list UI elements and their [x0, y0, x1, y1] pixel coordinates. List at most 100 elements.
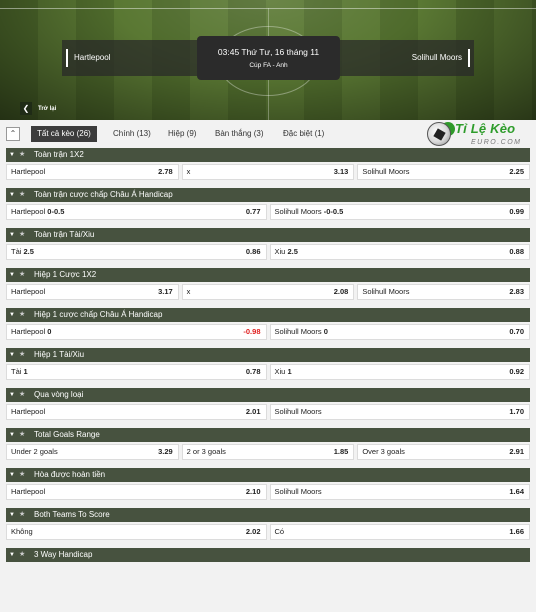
star-icon[interactable]: ★: [19, 388, 25, 402]
odds-cell[interactable]: Hartlepool 3.17: [6, 284, 179, 300]
chevron-down-icon[interactable]: ▼: [9, 268, 15, 282]
match-time: 03:45 Thứ Tư, 16 tháng 11: [217, 47, 320, 57]
odds-cell[interactable]: Solihull Moors 1.64: [269, 484, 530, 500]
market-header[interactable]: ▼ ★ Hiệp 1 cược chấp Châu Á Handicap: [6, 308, 530, 322]
odd-value: -0.98: [243, 327, 261, 336]
chevron-down-icon[interactable]: ▼: [9, 348, 15, 362]
odd-value: 0.86: [245, 247, 261, 256]
outcome-label: Solihull Moors: [362, 287, 409, 296]
odds-cell[interactable]: Tài 2.5 0.86: [6, 244, 267, 260]
market-header[interactable]: ▼ ★ Hiệp 1 Tài/Xiu: [6, 348, 530, 362]
chevron-down-icon[interactable]: ▼: [9, 308, 15, 322]
odd-value: 0.99: [509, 207, 524, 216]
market-header[interactable]: ▼ ★ Qua vòng loại: [6, 388, 530, 402]
outcome-name: Solihull Moors: [274, 407, 322, 416]
odd-value: 2.01: [245, 407, 261, 416]
outcome-name: Hartlepool: [11, 487, 46, 496]
tab-goals[interactable]: Bàn thắng (3): [215, 126, 263, 142]
handicap-line: 0: [323, 327, 328, 336]
chevron-down-icon[interactable]: ▼: [9, 508, 15, 522]
tab-special[interactable]: Đặc biệt (1): [283, 126, 324, 142]
outcome-label: Solihull Moors: [275, 407, 322, 416]
chevron-down-icon[interactable]: ▼: [9, 188, 15, 202]
away-flag-icon: [468, 49, 470, 67]
outcome-name: Hartlepool: [11, 207, 46, 216]
market-header[interactable]: ▼ ★ Hòa được hoàn tiền: [6, 468, 530, 482]
odds-cell[interactable]: Hartlepool 2.01: [6, 404, 267, 420]
outcome-label: Hartlepool: [11, 287, 45, 296]
star-icon[interactable]: ★: [19, 148, 25, 162]
collapse-all-icon[interactable]: ⌃: [6, 127, 20, 141]
tab-all[interactable]: Tất cả kèo (26): [31, 126, 97, 142]
chevron-down-icon[interactable]: ▼: [9, 148, 15, 162]
tab-half[interactable]: Hiệp (9): [168, 126, 196, 142]
outcome-label: Có: [275, 527, 285, 536]
star-icon[interactable]: ★: [19, 428, 25, 442]
odds-cell[interactable]: Hartlepool 2.10: [6, 484, 267, 500]
back-button[interactable]: ❮ Trở lại: [20, 101, 56, 116]
odds-cell[interactable]: Under 2 goals 3.29: [6, 444, 179, 460]
outcome-label: Hartlepool: [11, 407, 45, 416]
odds-cell[interactable]: 2 or 3 goals 1.85: [181, 444, 355, 460]
chevron-down-icon[interactable]: ▼: [9, 428, 15, 442]
star-icon[interactable]: ★: [19, 548, 25, 562]
odds-cell[interactable]: Solihull Moors 2.25: [357, 164, 531, 180]
chevron-down-icon[interactable]: ▼: [9, 468, 15, 482]
odds-cell[interactable]: x 2.08: [181, 284, 355, 300]
outcome-name: Solihull Moors: [274, 327, 322, 336]
market-title: Toàn trận cược chấp Châu Á Handicap: [34, 190, 173, 199]
market: ▼ ★ Hòa được hoàn tiền Hartlepool 2.10 Solihu…: [6, 468, 530, 500]
market-header[interactable]: ▼ ★ 3 Way Handicap: [6, 548, 530, 562]
odds-cell[interactable]: Solihull Moors 1.70: [269, 404, 530, 420]
odd-value: 1.85: [333, 447, 349, 456]
odds-row: Hartlepool 2.78 x 3.13 Solihull Moors 2.25: [6, 164, 531, 180]
market-title: Toàn trận Tài/Xiu: [34, 230, 95, 239]
odds-cell[interactable]: Solihull Moors 0 0.70: [269, 324, 530, 340]
odds-cell[interactable]: Hartlepool 0-0.5 0.77: [6, 204, 267, 220]
market-header[interactable]: ▼ ★ Total Goals Range: [6, 428, 530, 442]
market-header[interactable]: ▼ ★ Both Teams To Score: [6, 508, 530, 522]
market-header[interactable]: ▼ ★ Toàn trận Tài/Xiu: [6, 228, 530, 242]
market-header[interactable]: ▼ ★ Toàn trận cược chấp Châu Á Handicap: [6, 188, 530, 202]
market-header[interactable]: ▼ ★ Toàn trận 1X2: [6, 148, 530, 162]
odds-cell[interactable]: Over 3 goals 2.91: [357, 444, 531, 460]
star-icon[interactable]: ★: [19, 188, 25, 202]
tab-main[interactable]: Chính (13): [113, 126, 151, 142]
odds-cell[interactable]: Xiu 1 0.92: [269, 364, 530, 380]
star-icon[interactable]: ★: [19, 268, 25, 282]
chevron-down-icon[interactable]: ▼: [9, 228, 15, 242]
star-icon[interactable]: ★: [19, 468, 25, 482]
outcome-label: Xiu 1: [275, 367, 292, 376]
odd-value: 0.70: [509, 327, 524, 336]
home-flag-icon: [66, 49, 68, 67]
handicap-line: 0-0.5: [47, 207, 65, 216]
market: ▼ ★ Toàn trận 1X2 Hartlepool 2.78 x 3.13 Solihu…: [6, 148, 531, 180]
odds-cell[interactable]: Hartlepool 0 -0.98: [6, 324, 267, 340]
chevron-down-icon[interactable]: ▼: [9, 548, 15, 562]
odds-cell[interactable]: Hartlepool 2.78: [6, 164, 179, 180]
chevron-down-icon[interactable]: ▼: [9, 388, 15, 402]
odds-cell[interactable]: Solihull Moors 2.83: [357, 284, 531, 300]
market-title: Total Goals Range: [34, 430, 100, 439]
outcome-name: Hartlepool: [11, 287, 46, 296]
site-logo[interactable]: Tỉ Lệ Kèo EURO.COM: [425, 120, 535, 150]
odd-value: 2.25: [509, 167, 525, 176]
star-icon[interactable]: ★: [19, 308, 25, 322]
outcome-name: Xiu: [274, 367, 286, 376]
odds-cell[interactable]: Tài 1 0.78: [6, 364, 267, 380]
odds-cell[interactable]: Có 1.66: [269, 524, 530, 540]
odd-value: 0.88: [509, 247, 524, 256]
market-title: Qua vòng loại: [34, 390, 84, 399]
star-icon[interactable]: ★: [19, 228, 25, 242]
market: ▼ ★ Both Teams To Score Không 2.02 Có 1.66: [6, 508, 530, 540]
star-icon[interactable]: ★: [19, 348, 25, 362]
odd-value: 3.17: [158, 287, 173, 296]
odds-cell[interactable]: Solihull Moors -0-0.5 0.99: [269, 204, 530, 220]
market-header[interactable]: ▼ ★ Hiệp 1 Cược 1X2: [6, 268, 530, 282]
odds-cell[interactable]: x 3.13: [181, 164, 355, 180]
star-icon[interactable]: ★: [19, 508, 25, 522]
odds-cell[interactable]: Xiu 2.5 0.88: [269, 244, 530, 260]
outcome-name: Tài: [11, 367, 22, 376]
odds-cell[interactable]: Không 2.02: [6, 524, 267, 540]
outcome-name: Hartlepool: [11, 167, 46, 176]
